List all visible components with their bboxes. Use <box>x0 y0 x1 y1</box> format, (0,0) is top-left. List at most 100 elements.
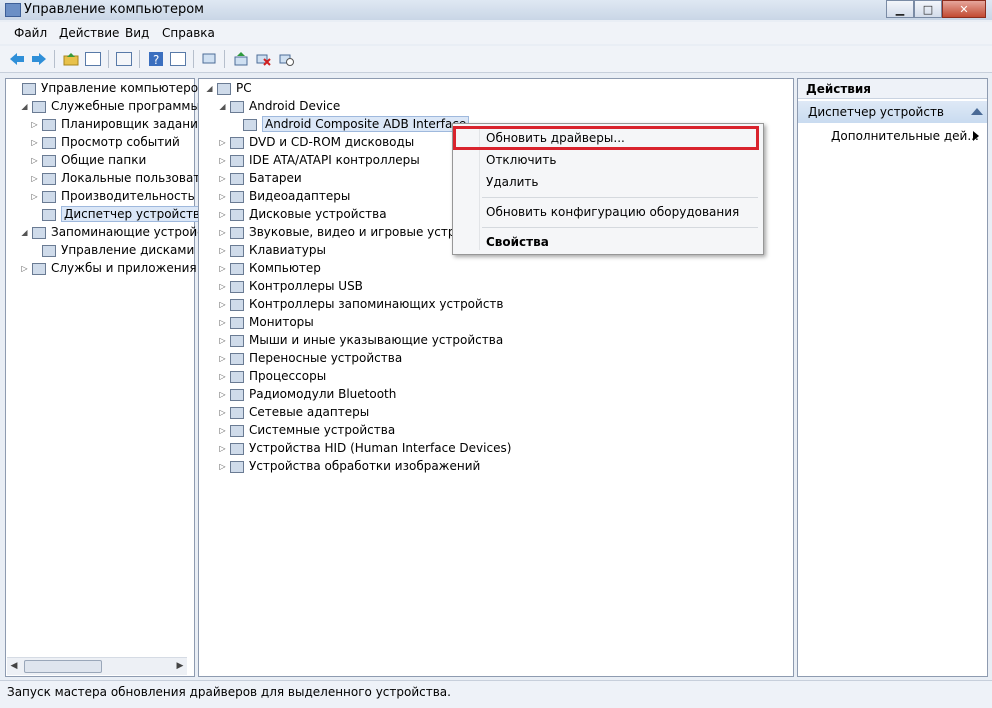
expand-arrow-icon[interactable]: ▷ <box>218 264 227 273</box>
scroll-right-icon[interactable]: ▶ <box>174 660 186 672</box>
tree-item[interactable]: ▷ Дисковые устройства <box>218 205 386 223</box>
tree-item[interactable]: ▷ Устройства HID (Human Interface Devices… <box>218 439 511 457</box>
expand-arrow-icon[interactable]: ▷ <box>218 444 227 453</box>
expand-arrow-icon[interactable]: ▷ <box>30 192 39 201</box>
menu-separator <box>482 197 758 198</box>
expand-arrow-icon[interactable]: ▷ <box>218 210 227 219</box>
expand-arrow-icon[interactable]: ▷ <box>218 282 227 291</box>
hid-icon <box>230 442 244 455</box>
close-button[interactable]: ✕ <box>942 0 986 18</box>
expand-arrow-icon[interactable]: ▷ <box>218 228 227 237</box>
expand-arrow-icon[interactable]: ▷ <box>30 174 39 183</box>
expand-arrow-icon[interactable]: ◢ <box>20 228 29 237</box>
uninstall-icon[interactable] <box>254 50 272 68</box>
actions-section-device-manager[interactable]: Диспетчер устройств <box>798 101 987 123</box>
expand-arrow-icon[interactable]: ▷ <box>218 174 227 183</box>
tree-item[interactable]: ▷ Сетевые адаптеры <box>218 403 369 421</box>
horizontal-scrollbar[interactable]: ◀ ▶ <box>7 657 187 675</box>
tree-item-label: Локальные пользовате <box>61 171 208 185</box>
tree-item[interactable]: ▷ IDE ATA/ATAPI контроллеры <box>218 151 419 169</box>
tree-item-label: Службы и приложения <box>51 261 197 275</box>
scroll-thumb[interactable] <box>24 660 102 673</box>
expand-arrow-icon[interactable]: ▷ <box>218 372 227 381</box>
expand-arrow-icon[interactable]: ▷ <box>218 390 227 399</box>
tree-item[interactable]: ▷ Службы и приложения <box>20 259 197 277</box>
tree-item[interactable]: ▷ Мониторы <box>218 313 313 331</box>
expand-arrow-icon[interactable]: ▷ <box>218 336 227 345</box>
tree-item[interactable]: ◢ Android Device <box>218 97 340 115</box>
tree-item-label: Управление дисками <box>61 243 195 257</box>
expand-arrow-icon[interactable]: ▷ <box>30 138 39 147</box>
tree-item[interactable]: ▷ Мыши и иные указывающие устройства <box>218 331 503 349</box>
scan-hardware-icon[interactable] <box>200 50 218 68</box>
expand-arrow-icon[interactable]: ▷ <box>20 264 29 273</box>
tree-item[interactable]: ▷ Устройства обработки изображений <box>218 457 480 475</box>
expand-arrow-icon[interactable]: ▷ <box>218 300 227 309</box>
tree-item[interactable]: ◢ PC <box>205 79 251 97</box>
tree-item[interactable]: Диспетчер устройств <box>30 205 204 223</box>
help-icon[interactable]: ? <box>147 50 165 68</box>
tree-item[interactable]: ▷ DVD и CD-ROM дисководы <box>218 133 414 151</box>
expand-arrow-icon[interactable]: ▷ <box>30 156 39 165</box>
expand-arrow-icon[interactable]: ▷ <box>218 246 227 255</box>
tree-item[interactable]: ▷ Компьютер <box>218 259 321 277</box>
minimize-button[interactable]: ▁ <box>886 0 914 18</box>
forward-icon[interactable] <box>30 50 48 68</box>
update-driver-icon[interactable] <box>232 50 250 68</box>
tree-item[interactable]: Управление компьютером (л <box>10 79 223 97</box>
disable-icon[interactable] <box>277 50 295 68</box>
expand-arrow-icon[interactable]: ▷ <box>218 462 227 471</box>
menu-view[interactable]: Вид <box>125 26 149 40</box>
tree-item[interactable]: ▷ Производительность <box>30 187 194 205</box>
imaging-device-icon <box>230 460 244 473</box>
expand-arrow-icon[interactable]: ▷ <box>30 120 39 129</box>
tree-item[interactable]: ▷ Локальные пользовате <box>30 169 208 187</box>
tree-item[interactable]: ▷ Батареи <box>218 169 301 187</box>
expand-arrow-icon[interactable]: ▷ <box>218 192 227 201</box>
up-folder-icon[interactable] <box>62 50 80 68</box>
tree-item[interactable]: Управление дисками <box>30 241 194 259</box>
tree-item[interactable]: ◢ Служебные программы <box>20 97 200 115</box>
title-bar[interactable]: Управление компьютером ▁ □ ✕ <box>0 0 992 20</box>
expand-arrow-icon[interactable]: ▷ <box>218 156 227 165</box>
back-icon[interactable] <box>8 50 26 68</box>
maximize-button[interactable]: □ <box>914 0 942 18</box>
expand-arrow-icon[interactable]: ▷ <box>218 408 227 417</box>
tree-item[interactable]: ▷ Звуковые, видео и игровые устрой <box>218 223 470 241</box>
tree-item[interactable]: ▷ Системные устройства <box>218 421 395 439</box>
expand-arrow-icon[interactable]: ▷ <box>218 318 227 327</box>
tree-item[interactable]: ▷ Контроллеры запоминающих устройств <box>218 295 503 313</box>
menu-update-driver[interactable]: Обновить драйверы... <box>486 131 625 145</box>
tree-item[interactable]: Android Composite ADB Interface <box>231 115 470 133</box>
expand-arrow-icon[interactable]: ▷ <box>218 138 227 147</box>
tree-item[interactable]: ▷ Видеоадаптеры <box>218 187 350 205</box>
menu-disable[interactable]: Отключить <box>486 153 556 167</box>
tree-item[interactable]: ▷ Процессоры <box>218 367 326 385</box>
expand-arrow-icon[interactable]: ◢ <box>20 102 29 111</box>
collapse-icon[interactable] <box>971 108 983 115</box>
scroll-left-icon[interactable]: ◀ <box>8 660 20 672</box>
status-bar: Запуск мастера обновления драйверов для … <box>0 680 992 708</box>
tree-item[interactable]: ▷ Радиомодули Bluetooth <box>218 385 396 403</box>
tree-item[interactable]: ▷ Переносные устройства <box>218 349 402 367</box>
tree-item[interactable]: ▷ Общие папки <box>30 151 146 169</box>
menu-scan-hardware[interactable]: Обновить конфигурацию оборудования <box>486 205 739 219</box>
expand-arrow-icon[interactable]: ◢ <box>205 84 214 93</box>
tree-item[interactable]: ▷ Планировщик заданий <box>30 115 205 133</box>
menu-file[interactable]: Файл <box>14 26 47 40</box>
tree-item[interactable]: ▷ Просмотр событий <box>30 133 179 151</box>
more-actions-link[interactable]: Дополнительные дей... <box>831 127 979 145</box>
tree-item[interactable]: ▷ Контроллеры USB <box>218 277 363 295</box>
menu-help[interactable]: Справка <box>162 26 215 40</box>
menu-uninstall[interactable]: Удалить <box>486 175 539 189</box>
expand-arrow-icon[interactable]: ◢ <box>218 102 227 111</box>
expand-arrow-icon[interactable]: ▷ <box>218 354 227 363</box>
show-hide-tree-icon[interactable] <box>84 50 102 68</box>
tree-item[interactable]: ◢ Запоминающие устройст <box>20 223 210 241</box>
show-hide-action-icon[interactable] <box>169 50 187 68</box>
tree-item[interactable]: ▷ Клавиатуры <box>218 241 326 259</box>
menu-properties[interactable]: Свойства <box>486 235 549 249</box>
expand-arrow-icon[interactable]: ▷ <box>218 426 227 435</box>
properties-icon[interactable] <box>115 50 133 68</box>
menu-action[interactable]: Действие <box>59 26 119 40</box>
